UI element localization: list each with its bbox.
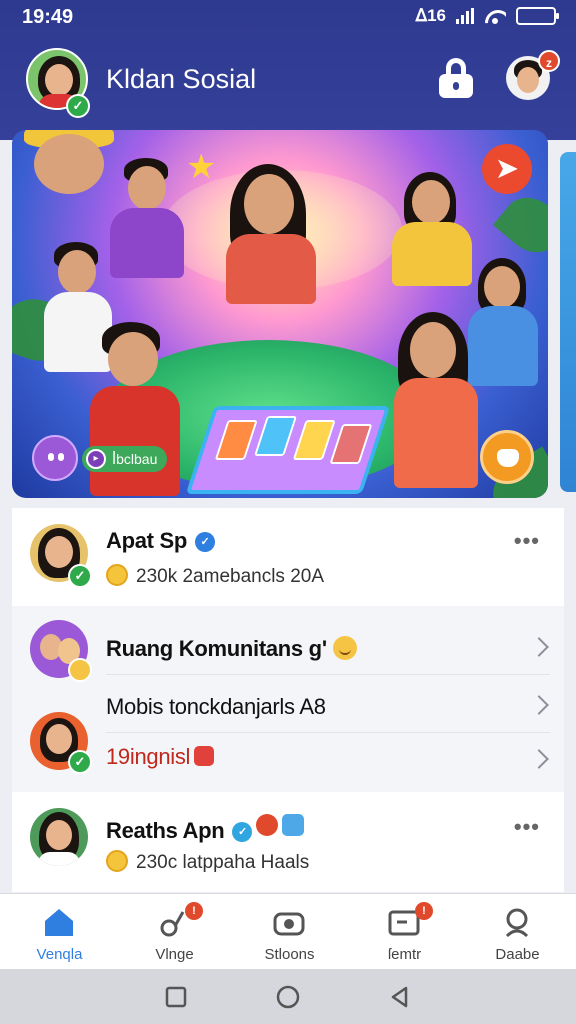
- home-button-icon[interactable]: [276, 985, 300, 1009]
- post-author-name: Reaths Apn: [106, 818, 225, 843]
- chip-icon: ▸: [86, 449, 106, 469]
- nav-label: Venqla: [36, 946, 83, 963]
- list-item-label: Mobis tonckdanjarls A8: [106, 694, 326, 719]
- signal-label: ᐃ16: [415, 6, 446, 25]
- hero-chip[interactable]: ▸ ꟾbclbau: [82, 446, 168, 472]
- status-time: 19:49: [22, 6, 74, 28]
- verified-icon: ✓: [195, 532, 216, 552]
- share-icon: ➤: [496, 153, 518, 183]
- post-avatar[interactable]: [30, 808, 88, 866]
- nav-label: ſemtr: [387, 946, 422, 963]
- post-author[interactable]: Reaths Apn ✓: [106, 814, 305, 844]
- post-meta-text: 230c latppaha Haals: [136, 852, 310, 873]
- verified-check-icon: ✓: [66, 94, 90, 118]
- nav-tab-camera[interactable]: Stloons: [232, 894, 347, 970]
- recents-icon[interactable]: [164, 985, 188, 1009]
- leaf-decoration: [492, 186, 548, 264]
- system-nav-bar: [0, 969, 576, 1024]
- verified-icon: ✓: [232, 822, 253, 842]
- list-item-text: 19ingnisl: [106, 744, 191, 769]
- community-title-text: Ruang Komunitans g': [106, 636, 327, 661]
- nav-tab-search[interactable]: Daabe: [460, 894, 575, 970]
- gallery-badge-icon: [282, 814, 305, 836]
- feed-post[interactable]: ✓ Apat Sp ✓ 230k 2amebancls 20A •••: [12, 508, 564, 606]
- game-board: [185, 406, 391, 494]
- smile-emoji-icon: [332, 636, 357, 660]
- status-icons: ᐃ16: [415, 6, 559, 26]
- verified-check-icon: ✓: [68, 750, 92, 774]
- profile-badge: z: [538, 50, 560, 72]
- feed-list: ✓ Apat Sp ✓ 230k 2amebancls 20A ••• Ruang…: [12, 508, 564, 892]
- notification-badge: !: [415, 902, 433, 920]
- nav-label: Daabe: [495, 946, 540, 963]
- chevron-right-icon[interactable]: [529, 749, 549, 769]
- post-meta-text: 230k 2amebancls 20A: [136, 566, 325, 587]
- sticker-button[interactable]: [480, 430, 534, 484]
- search-icon: [505, 908, 529, 938]
- community-title: Ruang Komunitans g': [106, 636, 357, 662]
- nav-label: Vlnge: [155, 946, 194, 963]
- list-item-label: 19ingnisl: [106, 744, 215, 770]
- more-options-icon[interactable]: •••: [514, 528, 540, 554]
- cell-signal-icon: [456, 8, 474, 24]
- post-author[interactable]: Apat Sp ✓: [106, 528, 216, 554]
- chevron-right-icon[interactable]: [529, 637, 549, 657]
- battery-icon: [516, 7, 559, 25]
- post-meta: 230k 2amebancls 20A: [106, 564, 324, 588]
- lock-button[interactable]: [436, 56, 476, 100]
- app-title: Kldan Sosial: [106, 64, 257, 94]
- wifi-icon: [484, 8, 506, 24]
- coin-icon: [106, 564, 128, 586]
- coin-icon: [106, 850, 128, 872]
- hero-banner[interactable]: ★ ➤ ▸ ꟾbclbau: [12, 130, 548, 498]
- post-meta: 230c latppaha Haals: [106, 850, 309, 874]
- verified-check-icon: ✓: [68, 564, 92, 588]
- side-panel-handle[interactable]: [560, 152, 576, 492]
- status-bar: 19:49 ᐃ16: [0, 0, 576, 34]
- list-item[interactable]: Mobis tonckdanjarls A8: [12, 674, 564, 732]
- more-options-icon[interactable]: •••: [514, 814, 540, 840]
- nav-tab-music[interactable]: ! Vlnge: [117, 894, 232, 970]
- back-icon[interactable]: [388, 985, 412, 1009]
- nav-tab-messages[interactable]: ! ſemtr: [347, 894, 462, 970]
- emoji-button[interactable]: [32, 435, 78, 481]
- nav-tab-home[interactable]: Venqla: [2, 894, 117, 970]
- share-button[interactable]: ➤: [482, 144, 532, 194]
- nav-label: Stloons: [264, 946, 315, 963]
- post-author-name: Apat Sp: [106, 528, 188, 553]
- list-item[interactable]: ✓ 19ingnisl: [12, 712, 564, 792]
- app-header: ✓ Kldan Sosial z: [0, 44, 576, 120]
- chip-label: ꟾbclbau: [112, 450, 158, 467]
- community-item[interactable]: Ruang Komunitans g': [12, 606, 564, 682]
- live-badge-icon: [256, 814, 279, 836]
- home-icon: [45, 909, 73, 936]
- alert-badge-icon: [194, 746, 215, 766]
- top-bar: 19:49 ᐃ16 ✓ Kldan Sosial z: [0, 0, 576, 140]
- notification-badge: !: [185, 902, 203, 920]
- camera-icon: [273, 912, 305, 936]
- bottom-nav: Venqla ! Vlnge Stloons ! ſemtr Daabe: [0, 893, 576, 969]
- chevron-right-icon[interactable]: [529, 695, 549, 715]
- star-icon: ★: [186, 148, 217, 186]
- feed-post[interactable]: Reaths Apn ✓ 230c latppaha Haals •••: [12, 798, 564, 892]
